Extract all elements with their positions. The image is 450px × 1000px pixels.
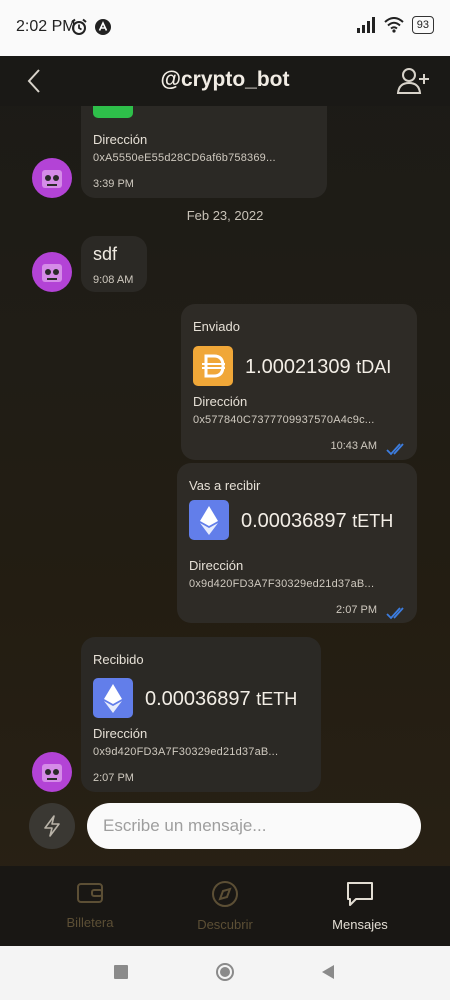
- address-value: 0x9d420FD3A7F30329ed21d37aB...: [93, 746, 279, 758]
- address-value: 0xA5550eE55d28CD6af6b758369...: [93, 152, 276, 164]
- status-bar: 2:02 PM 93: [0, 0, 450, 56]
- message-text: sdf: [93, 244, 118, 264]
- home-circle-icon[interactable]: [215, 962, 235, 982]
- amount-value: 0.00036897: [145, 688, 251, 710]
- eth-icon: [93, 678, 133, 718]
- avatar[interactable]: [32, 752, 72, 792]
- message-time: 2:07 PM: [336, 604, 377, 616]
- nav-label: Billetera: [66, 915, 114, 930]
- alarm-icon: [71, 18, 87, 35]
- chat-title: @crypto_bot: [160, 68, 290, 91]
- transaction-amount: 1.00021309 tDAI: [245, 356, 391, 379]
- add-user-icon[interactable]: [396, 66, 430, 96]
- wallet-icon: [77, 883, 103, 903]
- message-time: 2:07 PM: [93, 772, 134, 784]
- avatar[interactable]: [32, 158, 72, 198]
- message-time: 10:43 AM: [330, 440, 377, 452]
- address-label: Dirección: [93, 132, 148, 147]
- message-bubble[interactable]: sdf 9:08 AM: [81, 236, 147, 292]
- eth-icon: [189, 500, 229, 540]
- message-input[interactable]: [87, 803, 421, 849]
- transaction-amount: 0.00036897 tETH: [241, 510, 393, 533]
- app-notification-icon: [95, 19, 111, 35]
- token-symbol: tETH: [256, 689, 298, 709]
- robot-icon: [42, 764, 62, 782]
- double-check-icon: [386, 607, 404, 620]
- address-label: Dirección: [93, 726, 148, 741]
- status-time: 2:02 PM: [16, 18, 76, 35]
- amount-value: 1.00021309: [245, 356, 351, 378]
- compass-icon: [212, 881, 238, 907]
- transaction-amount: 0.00036897 tETH: [145, 688, 297, 711]
- message-bubble[interactable]: Vas a recibir 0.00036897 tETH Dirección …: [177, 463, 417, 623]
- nav-item-discover[interactable]: Descubrir: [170, 880, 280, 932]
- address-label: Dirección: [193, 394, 248, 409]
- chat-header: @crypto_bot: [0, 56, 450, 106]
- address-value: 0x577840C7377709937570A4c9c...: [193, 414, 375, 426]
- status-left-icons: [70, 18, 112, 36]
- avatar[interactable]: [32, 252, 72, 292]
- message-time: 9:08 AM: [93, 274, 134, 286]
- address-label: Dirección: [189, 558, 244, 573]
- robot-icon: [42, 170, 62, 188]
- recents-square-icon[interactable]: [113, 964, 129, 980]
- address-value: 0x9d420FD3A7F30329ed21d37aB...: [189, 578, 375, 590]
- transaction-heading: Recibido: [93, 652, 144, 667]
- token-symbol: tETH: [352, 511, 394, 531]
- message-time: 3:39 PM: [93, 178, 134, 190]
- nav-label: Mensajes: [332, 917, 388, 932]
- message-bubble[interactable]: Recibido 0.00036897 tETH Dirección 0x9d4…: [81, 637, 321, 792]
- system-nav-bar: [0, 946, 450, 1000]
- wifi-icon: [384, 17, 404, 33]
- nav-item-messages[interactable]: Mensajes: [305, 880, 415, 932]
- transaction-heading: Enviado: [193, 319, 240, 334]
- status-right-icons: 93: [356, 16, 434, 34]
- dai-icon: [193, 346, 233, 386]
- token-symbol: tDAI: [356, 357, 392, 377]
- double-check-icon: [386, 443, 404, 456]
- amount-value: 0.00036897: [241, 510, 347, 532]
- chat-icon: [347, 882, 373, 906]
- lightning-button[interactable]: [29, 803, 75, 849]
- back-triangle-icon[interactable]: [320, 964, 336, 980]
- lightning-icon: [44, 815, 60, 837]
- bottom-nav: Billetera Descubrir Mensajes: [0, 866, 450, 946]
- date-separator: Feb 23, 2022: [186, 208, 264, 223]
- robot-icon: [42, 264, 62, 282]
- token-icon-partial: [93, 106, 133, 118]
- message-bubble[interactable]: Enviado 1.00021309 tDAI Dirección 0x5778…: [181, 304, 417, 460]
- message-bubble[interactable]: Dirección 0xA5550eE55d28CD6af6b758369...…: [81, 106, 327, 198]
- signal-icon: [356, 17, 375, 33]
- transaction-heading: Vas a recibir: [189, 478, 261, 493]
- app-root: 2:02 PM 93 @crypto_bot Dirección 0xA5550…: [0, 0, 450, 1000]
- battery-icon: 93: [411, 16, 434, 34]
- nav-label: Descubrir: [197, 917, 253, 932]
- nav-item-wallet[interactable]: Billetera: [35, 880, 145, 930]
